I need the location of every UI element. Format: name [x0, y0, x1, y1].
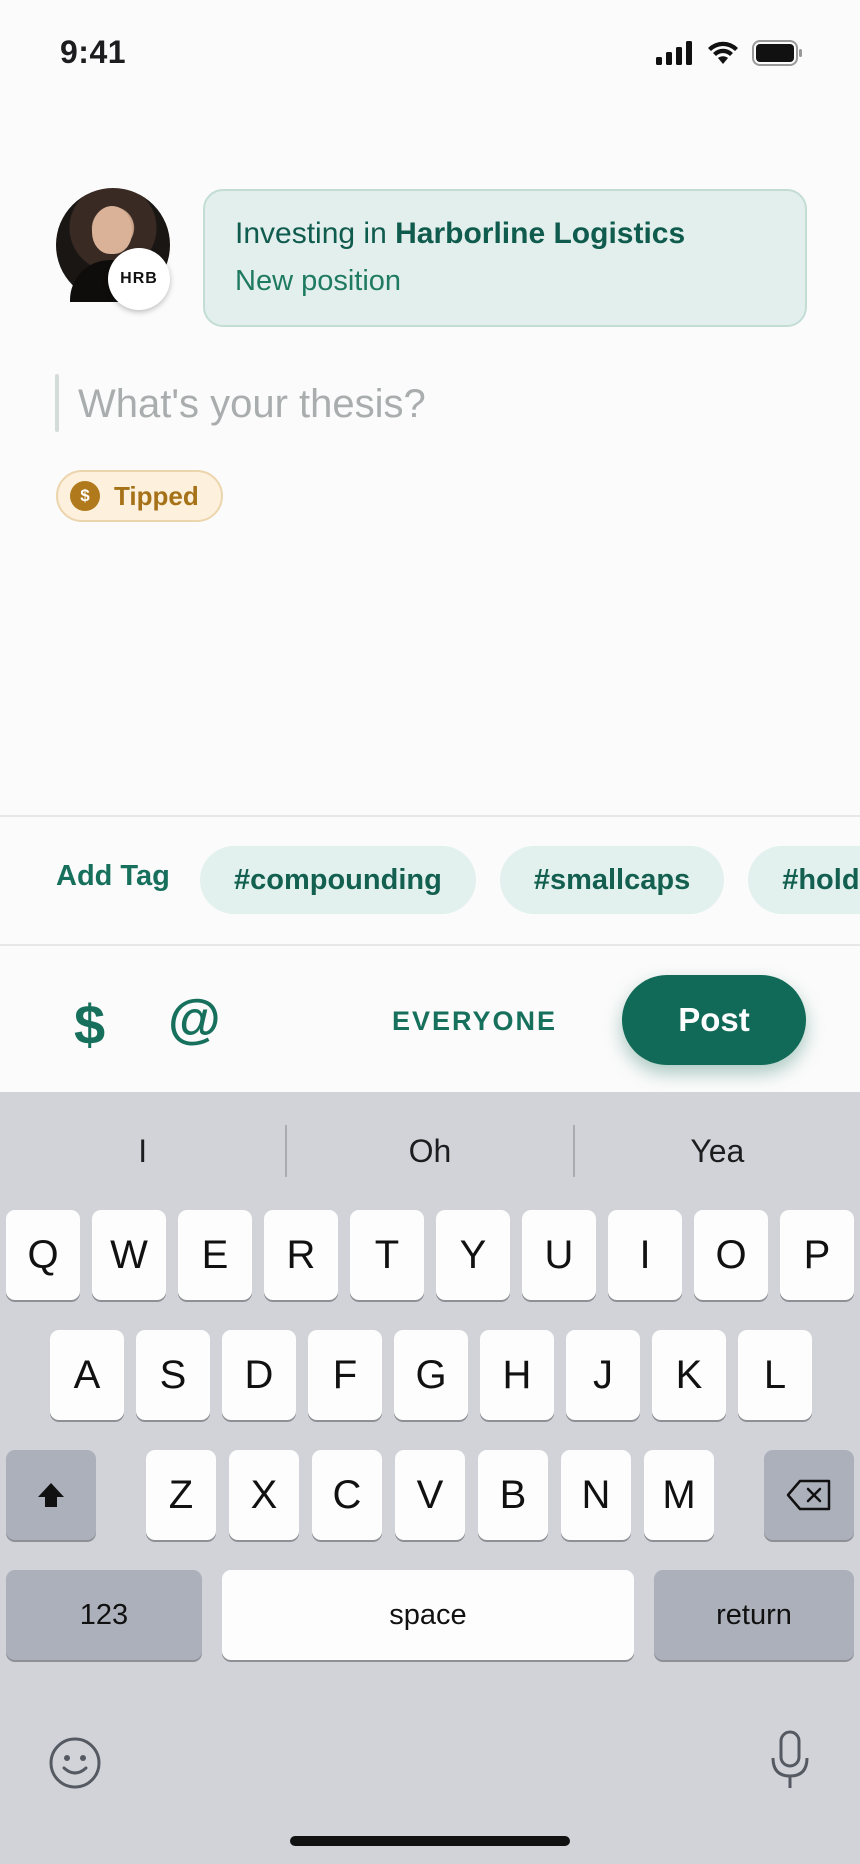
key-b[interactable]: B: [478, 1450, 548, 1540]
tag-suggestions: #compounding #smallcaps #hold: [200, 846, 860, 914]
cellular-signal-icon: [656, 41, 692, 65]
tag-chip[interactable]: #hold: [748, 846, 860, 914]
key-f[interactable]: F: [308, 1330, 382, 1420]
suggestion[interactable]: I: [0, 1133, 285, 1170]
key-i[interactable]: I: [608, 1210, 682, 1300]
key-e[interactable]: E: [178, 1210, 252, 1300]
post-button[interactable]: Post: [622, 975, 806, 1065]
key-v[interactable]: V: [395, 1450, 465, 1540]
key-y[interactable]: Y: [436, 1210, 510, 1300]
key-m[interactable]: M: [644, 1450, 714, 1540]
divider: [0, 944, 860, 946]
numbers-key[interactable]: 123: [6, 1570, 202, 1660]
emoji-icon[interactable]: [48, 1736, 102, 1790]
position-type: New position: [235, 265, 402, 297]
key-s[interactable]: S: [136, 1330, 210, 1420]
shift-key[interactable]: [6, 1450, 96, 1540]
tag-chip[interactable]: #smallcaps: [499, 846, 725, 914]
key-k[interactable]: K: [652, 1330, 726, 1420]
backspace-icon: [786, 1479, 831, 1511]
tipped-label: Tipped: [114, 480, 199, 511]
delete-key[interactable]: [764, 1450, 854, 1540]
keyboard: I Oh Yea Q W E R T Y U I O P A S D F G H…: [0, 1092, 860, 1864]
key-r[interactable]: R: [264, 1210, 338, 1300]
key-q[interactable]: Q: [6, 1210, 80, 1300]
shift-arrow-icon: [38, 1483, 64, 1507]
divider: [0, 815, 860, 817]
status-icons: [656, 40, 804, 66]
mention-button[interactable]: @: [168, 988, 221, 1050]
key-g[interactable]: G: [394, 1330, 468, 1420]
status-time: 9:41: [60, 34, 127, 70]
suggestion[interactable]: Oh: [287, 1133, 572, 1170]
key-n[interactable]: N: [561, 1450, 631, 1540]
key-x[interactable]: X: [229, 1450, 299, 1540]
tipped-chip[interactable]: $ Tipped: [56, 470, 223, 522]
key-h[interactable]: H: [480, 1330, 554, 1420]
key-a[interactable]: A: [50, 1330, 124, 1420]
key-z[interactable]: Z: [146, 1450, 216, 1540]
audience-selector[interactable]: EVERYONE: [392, 1006, 557, 1037]
tag-chip[interactable]: #compounding: [200, 846, 476, 914]
key-l[interactable]: L: [738, 1330, 812, 1420]
key-c[interactable]: C: [312, 1450, 382, 1540]
space-key[interactable]: space: [222, 1570, 634, 1660]
ticker-badge: HRB: [108, 248, 170, 310]
microphone-icon[interactable]: [768, 1730, 812, 1792]
wifi-icon: [708, 41, 738, 64]
home-indicator: [290, 1836, 570, 1846]
key-p[interactable]: P: [780, 1210, 854, 1300]
key-j[interactable]: J: [566, 1330, 640, 1420]
position-title: Investing in Harborline Logistics: [235, 217, 775, 251]
add-tag-button[interactable]: Add Tag: [56, 860, 170, 893]
key-o[interactable]: O: [694, 1210, 768, 1300]
return-key[interactable]: return: [654, 1570, 854, 1660]
key-t[interactable]: T: [350, 1210, 424, 1300]
coin-icon: $: [70, 481, 100, 511]
position-prefix: Investing in: [235, 217, 387, 250]
company-name: Harborline Logistics: [395, 217, 686, 250]
key-w[interactable]: W: [92, 1210, 166, 1300]
key-u[interactable]: U: [522, 1210, 596, 1300]
position-card[interactable]: Investing in Harborline Logistics New po…: [203, 189, 807, 327]
tip-dollar-button[interactable]: $: [74, 992, 105, 1057]
text-cursor: [55, 374, 59, 432]
suggestion[interactable]: Yea: [575, 1133, 860, 1170]
battery-icon: [752, 40, 802, 66]
key-d[interactable]: D: [222, 1330, 296, 1420]
predictive-bar: I Oh Yea: [0, 1092, 860, 1210]
thesis-input[interactable]: [78, 378, 778, 430]
